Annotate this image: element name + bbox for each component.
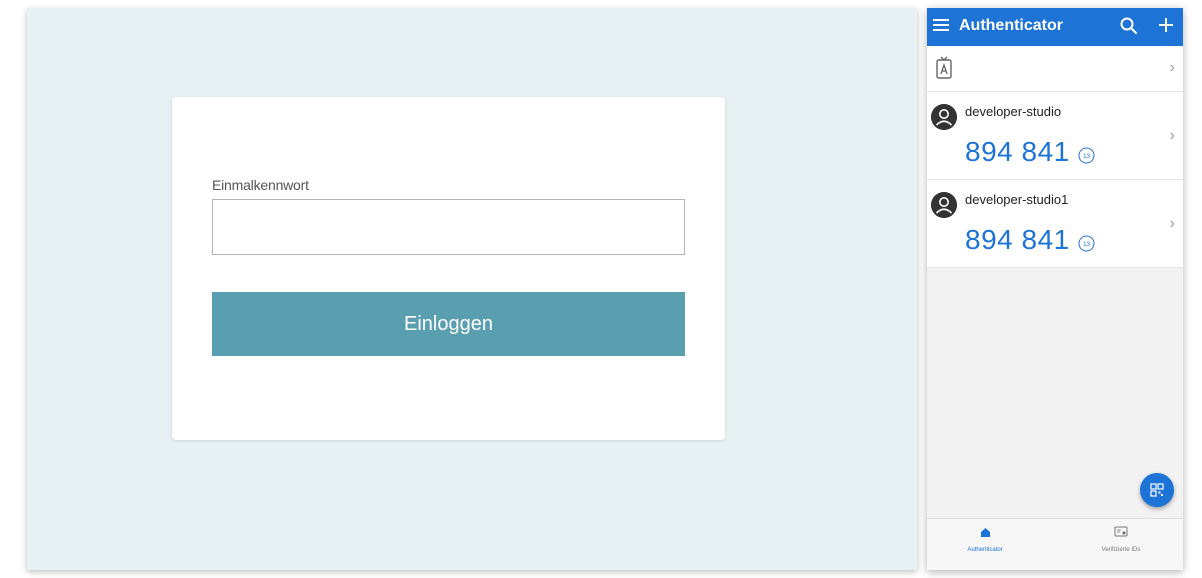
login-button[interactable]: Einloggen bbox=[212, 292, 685, 356]
account-row[interactable]: developer-studio 894 841 13 › bbox=[927, 92, 1183, 180]
search-icon[interactable] bbox=[1119, 16, 1139, 36]
otp-input[interactable] bbox=[212, 199, 685, 255]
authenticator-app: Authenticator › developer-studio 894 841… bbox=[927, 8, 1183, 570]
qr-scan-button[interactable] bbox=[1140, 473, 1174, 507]
app-title: Authenticator bbox=[959, 17, 1063, 34]
screen: Einmalkennwort Einloggen Authenticator ›… bbox=[0, 0, 1202, 578]
web-login-page: Einmalkennwort Einloggen bbox=[27, 8, 917, 570]
login-card: Einmalkennwort Einloggen bbox=[172, 97, 725, 440]
nav-verified-ids[interactable]: Verifizierte IDs bbox=[1071, 525, 1171, 553]
otp-label: Einmalkennwort bbox=[212, 177, 309, 193]
account-name: developer-studio bbox=[965, 104, 1062, 119]
account-list: › developer-studio 894 841 13 › develope… bbox=[927, 46, 1183, 268]
bottom-nav: Authenticator Verifizierte IDs bbox=[927, 518, 1183, 570]
menu-icon[interactable] bbox=[933, 17, 949, 33]
chevron-right-icon: › bbox=[1169, 215, 1175, 232]
countdown-timer: 13 bbox=[1078, 235, 1095, 252]
account-name: developer-studio1 bbox=[965, 192, 1069, 207]
countdown-seconds: 13 bbox=[1083, 154, 1090, 160]
id-card-icon bbox=[1114, 526, 1128, 537]
chevron-right-icon: › bbox=[1169, 59, 1175, 76]
otp-code: 894 841 bbox=[965, 136, 1070, 167]
list-item[interactable]: › bbox=[927, 46, 1183, 92]
nav-verified-ids-label: Verifizierte IDs bbox=[1101, 547, 1141, 553]
avatar-icon bbox=[931, 192, 957, 218]
add-icon[interactable] bbox=[1155, 14, 1177, 36]
avatar-icon bbox=[931, 104, 957, 130]
countdown-seconds: 13 bbox=[1083, 242, 1090, 248]
id-badge-icon bbox=[936, 56, 952, 79]
chevron-right-icon: › bbox=[1169, 127, 1175, 144]
nav-authenticator[interactable]: Authenticator bbox=[935, 525, 1035, 553]
home-icon bbox=[980, 528, 990, 537]
otp-code: 894 841 bbox=[965, 224, 1070, 255]
nav-authenticator-label: Authenticator bbox=[967, 547, 1003, 553]
app-bar: Authenticator bbox=[927, 8, 1183, 46]
countdown-timer: 13 bbox=[1078, 147, 1095, 164]
account-row[interactable]: developer-studio1 894 841 13 › bbox=[927, 180, 1183, 268]
